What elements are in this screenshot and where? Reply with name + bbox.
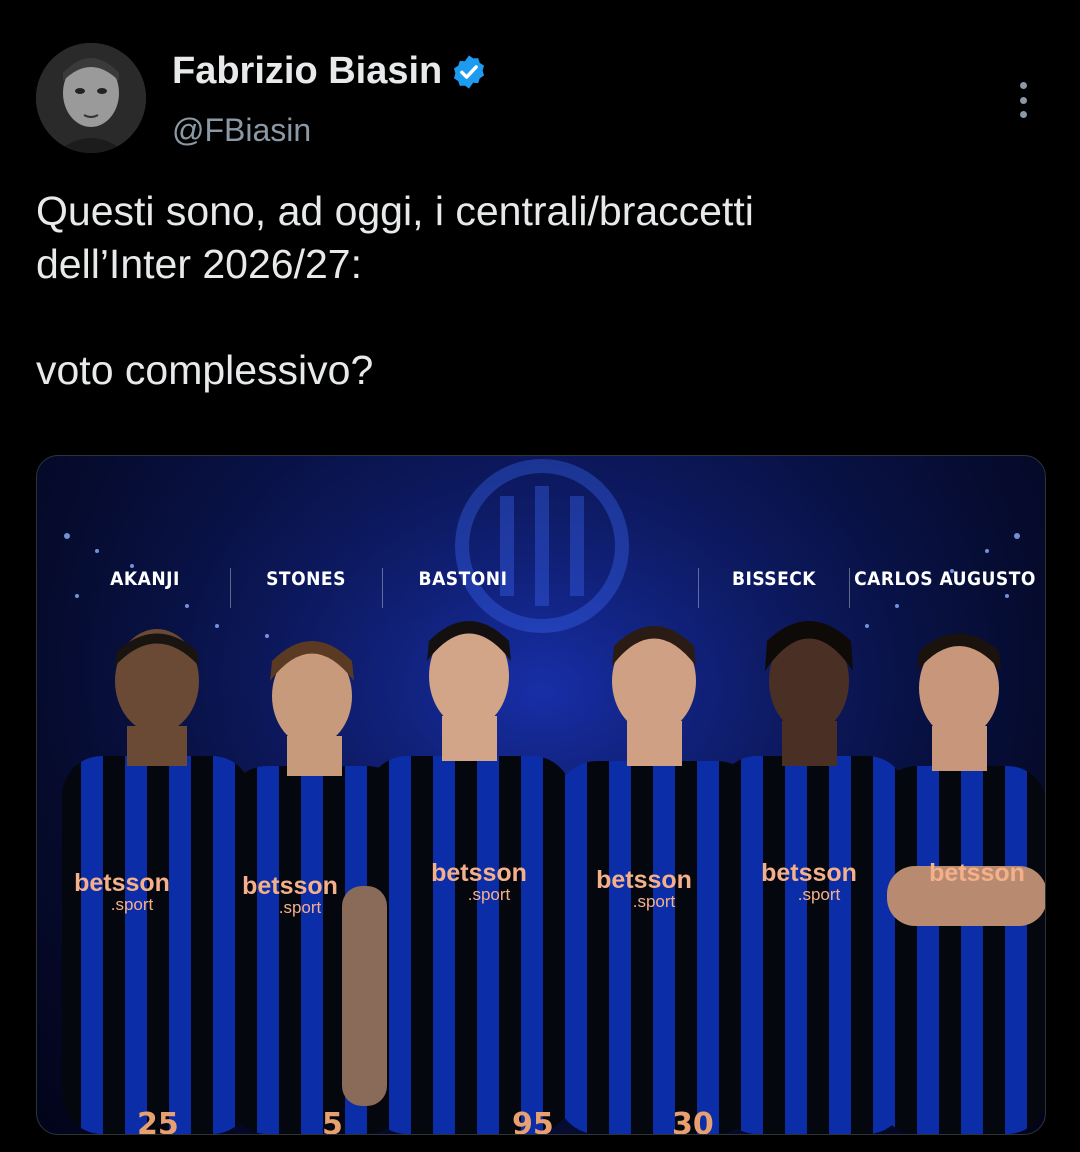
- svg-text:30: 30: [672, 1107, 714, 1134]
- divider: [849, 568, 850, 608]
- sponsor-main-text: betsson: [596, 866, 692, 894]
- sponsor-logo: betsson .sport: [242, 872, 338, 917]
- tweet-text-line: dell’Inter 2026/27:: [36, 241, 362, 287]
- sponsor-sub-text: .sport: [632, 892, 676, 911]
- svg-text:25: 25: [137, 1107, 179, 1134]
- player-name-label: STONES: [266, 568, 346, 590]
- sponsor-sub-text: .sport: [467, 885, 511, 904]
- tweet-image[interactable]: 25 5 95 30 AKANJI STONES BASTONI BISSECK…: [36, 455, 1046, 1135]
- divider: [382, 568, 383, 608]
- author-handle[interactable]: @FBiasin: [172, 112, 311, 149]
- more-dot: [1019, 111, 1027, 118]
- sponsor-sub-text: .sport: [110, 895, 154, 914]
- players-graphic: 25 5 95 30: [37, 456, 1045, 1134]
- sponsor-sub-text: .sport: [797, 885, 841, 904]
- tweet-text: Questi sono, ad oggi, i centrali/braccet…: [36, 185, 1036, 397]
- tweet-text-line: voto complessivo?: [36, 347, 374, 393]
- svg-text:95: 95: [512, 1107, 554, 1134]
- sponsor-main-text: betsson: [242, 872, 338, 900]
- author-avatar[interactable]: [36, 43, 146, 153]
- tweet-text-line: Questi sono, ad oggi, i centrali/braccet…: [36, 188, 754, 234]
- sponsor-logo: betsson .sport: [761, 859, 857, 904]
- sponsor-main-text: betsson: [74, 869, 170, 897]
- sponsor-logo: betsson: [929, 861, 1025, 886]
- sponsor-logo: betsson .sport: [431, 859, 527, 904]
- verified-badge-icon: [450, 53, 488, 91]
- tweet: Fabrizio Biasin @FBiasin Questi sono, ad…: [0, 0, 1080, 1152]
- divider: [230, 568, 231, 608]
- more-dot: [1019, 96, 1027, 104]
- player-name-label: BASTONI: [418, 568, 508, 590]
- more-options-button[interactable]: [1006, 80, 1040, 120]
- player-name-label: AKANJI: [110, 568, 180, 590]
- svg-text:5: 5: [322, 1107, 343, 1134]
- more-vertical-icon: [1019, 82, 1027, 89]
- player-name-label: BISSECK: [731, 568, 817, 590]
- divider: [698, 568, 699, 608]
- sponsor-sub-text: .sport: [278, 898, 322, 917]
- player-name-label: CARLOS AUGUSTO: [854, 568, 1036, 590]
- sponsor-logo: betsson .sport: [596, 866, 692, 911]
- sponsor-logo: betsson .sport: [74, 869, 170, 914]
- sponsor-main-text: betsson: [431, 859, 527, 887]
- sponsor-main-text: betsson: [929, 859, 1025, 887]
- author-name-text: Fabrizio Biasin: [172, 50, 443, 92]
- sponsor-main-text: betsson: [761, 859, 857, 887]
- avatar-portrait-icon: [36, 43, 146, 153]
- author-display-name[interactable]: Fabrizio Biasin: [172, 50, 488, 93]
